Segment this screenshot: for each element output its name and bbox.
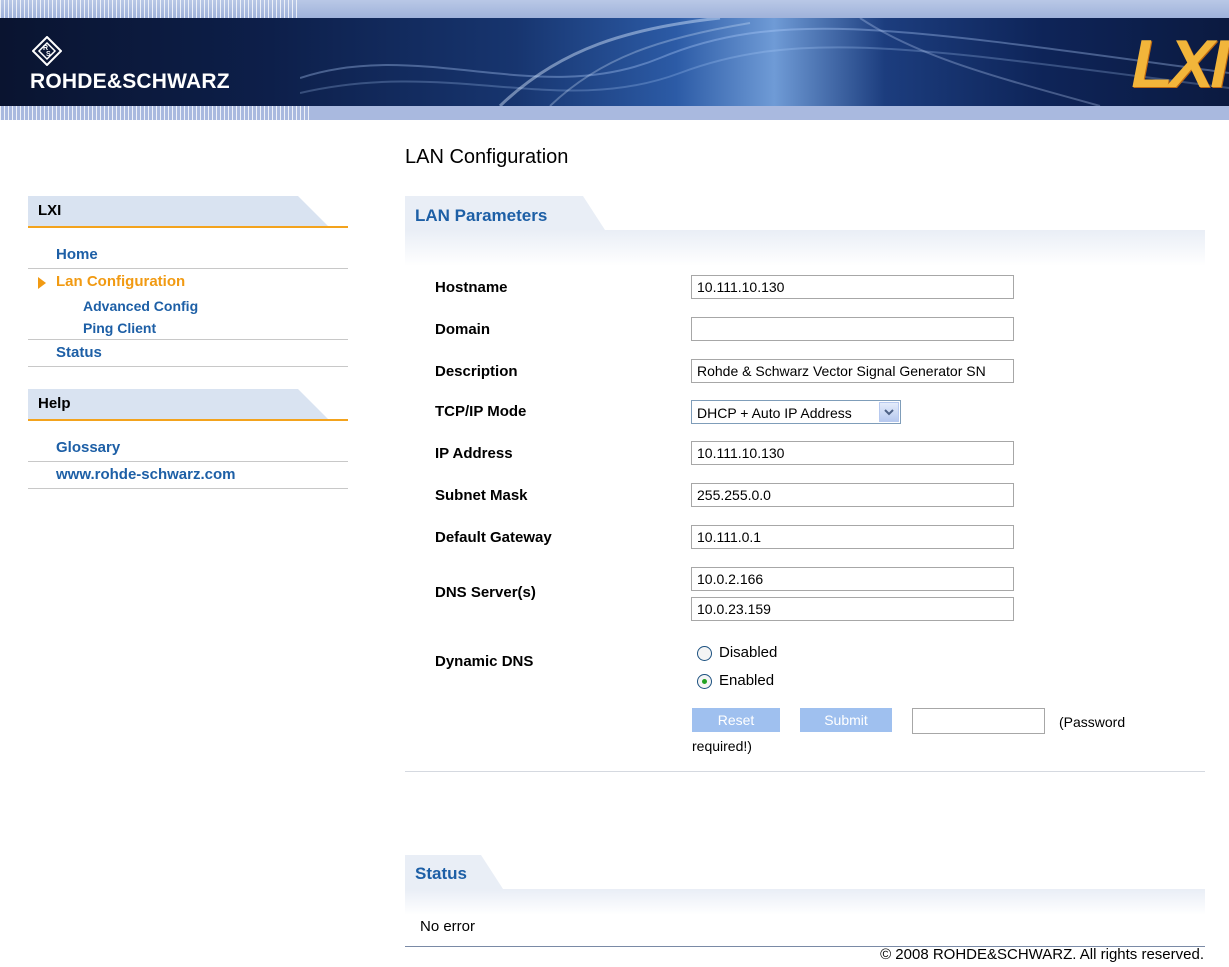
status-message: No error <box>420 918 476 935</box>
brand-name: ROHDE&SCHWARZ <box>30 70 230 93</box>
section-tab-shape <box>405 855 1205 915</box>
subnet-mask-label: Subnet Mask <box>435 487 528 504</box>
sidebar-item-ping-client[interactable]: Ping Client <box>28 317 348 340</box>
sidebar-lxi-list: Home Lan Configuration Advanced Config P… <box>28 242 348 367</box>
domain-label: Domain <box>435 321 491 338</box>
lxi-logo: LXI <box>1131 26 1229 102</box>
sidebar-item-label: Advanced Config <box>83 298 199 314</box>
ip-address-input[interactable] <box>691 441 1014 465</box>
sidebar-item-status[interactable]: Status <box>28 340 348 367</box>
radio-label: Disabled <box>719 644 778 661</box>
sidebar-section-title: LXI <box>38 202 62 219</box>
banner-wave-graphic <box>300 18 1229 106</box>
domain-input[interactable] <box>691 317 1014 341</box>
default-gateway-label: Default Gateway <box>435 529 552 546</box>
sidebar-item-label: Ping Client <box>83 320 157 336</box>
sidebar-section-lxi-header: LXI <box>28 196 348 228</box>
hostname-input[interactable] <box>691 275 1014 299</box>
sidebar-item-advanced-config[interactable]: Advanced Config <box>28 295 348 317</box>
dynamic-dns-label: Dynamic DNS <box>435 653 534 670</box>
sidebar-item-label: Home <box>56 246 98 263</box>
submit-button[interactable]: Submit <box>800 708 892 732</box>
password-input[interactable] <box>912 708 1045 734</box>
dns-server-1-input[interactable] <box>691 567 1014 591</box>
banner-bottom-ticks <box>0 106 310 120</box>
tcpip-mode-select[interactable]: DHCP + Auto IP Address <box>691 400 901 424</box>
svg-text:S: S <box>46 51 51 58</box>
radio-button-checked[interactable] <box>697 674 712 689</box>
sidebar-tab-shape <box>28 196 328 226</box>
sidebar-item-rohde-schwarz-link[interactable]: www.rohde-schwarz.com <box>28 462 348 489</box>
sidebar-item-label: Status <box>56 344 102 361</box>
copyright-text: © 2008 ROHDE&SCHWARZ. All rights reserve… <box>880 946 1204 963</box>
default-gateway-input[interactable] <box>691 525 1014 549</box>
active-arrow-icon <box>38 277 46 289</box>
hostname-label: Hostname <box>435 279 508 296</box>
sidebar-section-title: Help <box>38 395 71 412</box>
dns-servers-label: DNS Server(s) <box>435 584 536 601</box>
dropdown-button[interactable] <box>879 402 899 422</box>
sidebar-item-glossary[interactable]: Glossary <box>28 435 348 462</box>
dns-server-2-input[interactable] <box>691 597 1014 621</box>
description-label: Description <box>435 363 518 380</box>
radio-label: Enabled <box>719 672 775 689</box>
sidebar-item-label: www.rohde-schwarz.com <box>56 466 236 483</box>
sidebar-item-label: Lan Configuration <box>56 273 186 290</box>
sidebar-tab-shape <box>28 389 328 419</box>
sidebar-nav: LXI Home Lan Configuration Advanced Conf… <box>28 196 348 489</box>
sidebar-help-list: Glossary www.rohde-schwarz.com <box>28 435 348 489</box>
section-title: LAN Parameters <box>415 206 548 225</box>
rohde-schwarz-logo-icon: R S <box>32 36 62 66</box>
sidebar-item-home[interactable]: Home <box>28 242 348 269</box>
banner-top-ticks <box>0 0 300 18</box>
page-title: LAN Configuration <box>405 146 569 168</box>
sidebar-section-help-header: Help <box>28 389 348 421</box>
password-hint-continued: required!) <box>692 738 752 754</box>
sidebar-item-lan-configuration[interactable]: Lan Configuration <box>28 269 348 295</box>
section-title: Status <box>415 864 467 883</box>
subnet-mask-input[interactable] <box>691 483 1014 507</box>
chevron-down-icon <box>884 409 894 416</box>
description-input[interactable] <box>691 359 1014 383</box>
tcpip-mode-selected-value: DHCP + Auto IP Address <box>697 405 852 421</box>
radio-button-unchecked[interactable] <box>697 646 712 661</box>
reset-button[interactable]: Reset <box>692 708 780 732</box>
password-hint: (Password <box>1059 714 1126 730</box>
radio-checked-dot <box>702 679 707 684</box>
sidebar-item-label: Glossary <box>56 439 121 456</box>
ip-address-label: IP Address <box>435 445 513 462</box>
tcpip-mode-label: TCP/IP Mode <box>435 403 527 420</box>
header-banner: R S ROHDE&SCHWARZ LXI <box>0 0 1229 120</box>
